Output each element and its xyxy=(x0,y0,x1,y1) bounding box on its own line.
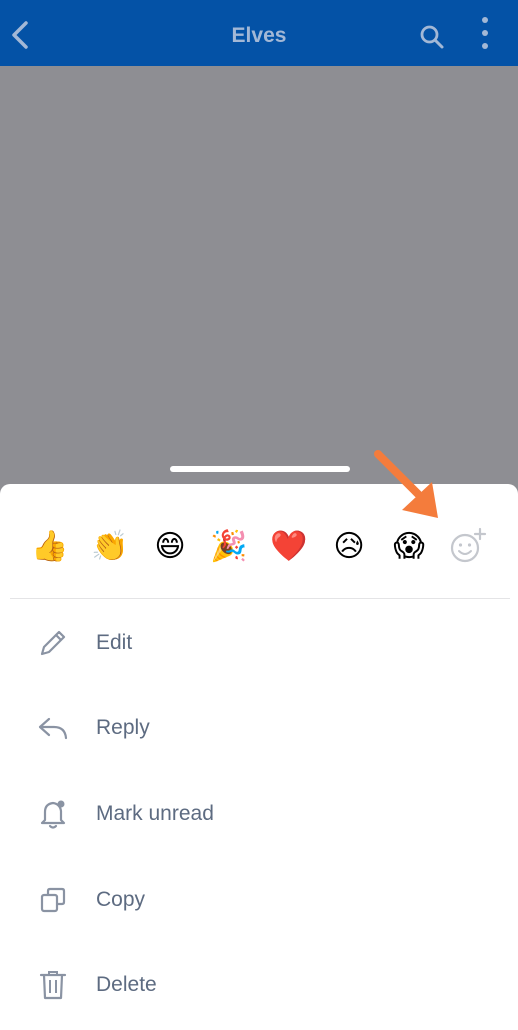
more-vertical-icon[interactable] xyxy=(477,16,493,50)
reply-icon xyxy=(38,717,68,740)
pencil-icon xyxy=(40,630,66,656)
app-header: Elves xyxy=(0,0,518,66)
menu-item-label: Reply xyxy=(96,716,150,739)
menu-item-label: Mark unread xyxy=(96,802,214,825)
reaction-bar: 👍 👏 😄 🎉 ❤️ 😥 😱 xyxy=(0,484,518,600)
reaction-clapping-hands[interactable]: 👏 xyxy=(90,528,130,566)
menu-item-label: Edit xyxy=(96,631,133,654)
dimmed-backdrop[interactable] xyxy=(0,66,518,484)
menu-item-copy[interactable]: Copy xyxy=(0,869,518,931)
bell-dot-icon xyxy=(40,800,66,829)
menu-item-mark-unread[interactable]: Mark unread xyxy=(0,783,518,845)
copy-icon xyxy=(40,887,66,913)
menu-item-label: Delete xyxy=(96,973,157,996)
trash-icon xyxy=(39,971,67,1000)
reaction-party-popper[interactable]: 🎉 xyxy=(209,528,249,566)
sheet-drag-handle[interactable] xyxy=(170,466,350,472)
divider xyxy=(10,598,510,599)
reaction-sad-relieved-face[interactable]: 😥 xyxy=(329,528,369,566)
reaction-grinning-face[interactable]: 😄 xyxy=(150,528,190,566)
smiley-plus-icon[interactable] xyxy=(446,526,488,566)
menu-item-label: Copy xyxy=(96,888,146,911)
menu-item-edit[interactable]: Edit xyxy=(0,612,518,674)
action-sheet: 👍 👏 😄 🎉 ❤️ 😥 😱 Edit Reply Mark unread Co… xyxy=(0,484,518,1030)
reaction-screaming-face[interactable]: 😱 xyxy=(389,528,429,566)
reaction-red-heart[interactable]: ❤️ xyxy=(269,528,309,566)
search-icon[interactable] xyxy=(419,24,445,50)
reaction-thumbs-up[interactable]: 👍 xyxy=(30,528,70,566)
menu-item-reply[interactable]: Reply xyxy=(0,697,518,759)
menu-item-delete[interactable]: Delete xyxy=(0,954,518,1016)
